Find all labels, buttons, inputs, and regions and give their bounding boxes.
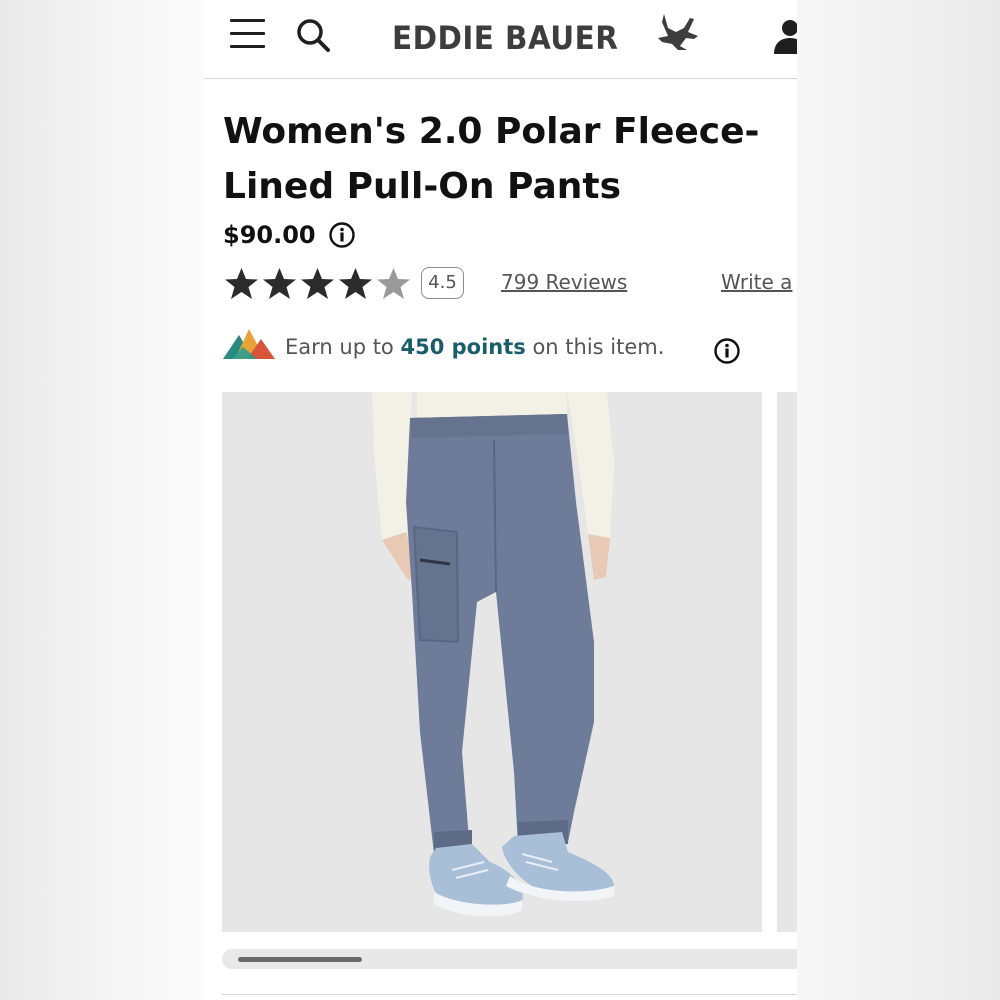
price-row: $90.00: [223, 217, 356, 253]
product-image-carousel[interactable]: [222, 392, 797, 932]
product-price: $90.00: [223, 221, 316, 249]
rewards-suffix: on this item.: [525, 335, 665, 359]
hamburger-menu-icon[interactable]: [230, 17, 266, 51]
carousel-scroll-thumb[interactable]: [238, 957, 362, 962]
star-filled-icon: [225, 268, 258, 299]
product-image[interactable]: [222, 392, 762, 932]
rewards-info-icon[interactable]: [713, 337, 741, 365]
brand-name: EDDIE BAUER: [392, 19, 619, 57]
rating-row: 4.5 799 Reviews Write a: [223, 264, 797, 304]
write-review-link[interactable]: Write a: [721, 270, 792, 294]
background-right: [797, 0, 1000, 1000]
mobile-page: EDDIE BAUER Women's 2.0 Polar Fleece- Li…: [204, 0, 797, 1000]
star-filled-icon: [339, 268, 372, 299]
carousel-scrollbar[interactable]: [222, 949, 797, 969]
price-info-icon[interactable]: [328, 221, 356, 249]
rewards-text: Earn up to 450 points on this item.: [285, 335, 664, 359]
star-filled-icon: [263, 268, 296, 299]
star-filled-icon: [301, 268, 334, 299]
rewards-points: 450 points: [400, 335, 526, 359]
brand-logo[interactable]: EDDIE BAUER: [392, 14, 698, 60]
search-icon[interactable]: [294, 16, 334, 56]
divider: [222, 994, 797, 995]
next-product-image[interactable]: [777, 392, 797, 932]
product-photo-illustration: [222, 392, 762, 932]
background-left: [0, 0, 204, 1000]
site-header: EDDIE BAUER: [204, 0, 797, 79]
rewards-row: Earn up to 450 points on this item.: [223, 323, 783, 367]
reviews-link[interactable]: 799 Reviews: [501, 270, 627, 294]
rewards-prefix: Earn up to: [285, 335, 401, 359]
account-icon[interactable]: [770, 16, 797, 56]
goose-logo-icon: [658, 14, 698, 50]
rewards-mountain-icon: [223, 329, 275, 359]
star-rating[interactable]: [223, 266, 413, 303]
product-title: Women's 2.0 Polar Fleece- Lined Pull-On …: [223, 111, 760, 207]
rating-badge: 4.5: [421, 267, 464, 299]
star-partial-icon: [377, 268, 410, 299]
